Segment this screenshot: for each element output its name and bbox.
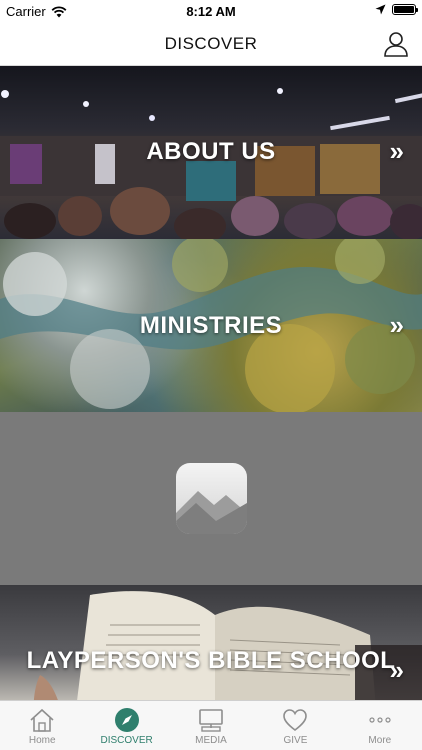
battery-icon: [392, 4, 418, 15]
page-title: DISCOVER: [164, 34, 258, 53]
location-arrow-icon: [375, 4, 386, 15]
tab-media-label: MEDIA: [195, 735, 227, 746]
home-icon: [29, 707, 55, 733]
status-right: [375, 4, 418, 15]
tab-home[interactable]: Home: [0, 701, 84, 750]
ministries-card[interactable]: MINISTRIES »: [0, 239, 422, 412]
about-us-card[interactable]: ABOUT US »: [0, 66, 422, 239]
tab-give[interactable]: GIVE: [253, 701, 337, 750]
profile-button[interactable]: [382, 30, 410, 58]
chevron-right-icon: »: [389, 655, 404, 685]
about-us-label: ABOUT US: [146, 138, 276, 165]
compass-icon: [114, 707, 140, 733]
user-icon: [384, 32, 408, 57]
tab-bar: Home DISCOVER MEDIA GIVE More: [0, 700, 422, 750]
ministries-label: MINISTRIES: [139, 312, 283, 339]
status-bar: Carrier 8:12 AM: [0, 0, 422, 22]
tab-give-label: GIVE: [283, 735, 308, 746]
heart-icon: [282, 707, 308, 733]
nav-bar: DISCOVER: [0, 22, 422, 66]
chevron-right-icon: »: [389, 136, 404, 166]
chevron-right-icon: »: [389, 310, 404, 340]
bible-school-background-image: [33, 591, 422, 700]
tab-home-label: Home: [28, 735, 56, 746]
bible-school-label: LAYPERSON'S BIBLE SCHOOL: [26, 647, 396, 674]
discover-list[interactable]: ABOUT US » MINISTRIES » LAYPERSON'S BIBL…: [0, 66, 422, 700]
placeholder-card[interactable]: [0, 412, 422, 585]
monitor-icon: [198, 707, 224, 733]
image-placeholder-icon: [176, 463, 247, 534]
more-icon: [367, 707, 393, 733]
tab-discover-label: DISCOVER: [100, 735, 153, 746]
tab-media[interactable]: MEDIA: [169, 701, 253, 750]
tab-more-label: More: [368, 735, 392, 746]
status-time: 8:12 AM: [186, 4, 236, 19]
tab-discover[interactable]: DISCOVER: [84, 701, 168, 750]
bible-school-card[interactable]: LAYPERSON'S BIBLE SCHOOL »: [0, 585, 422, 700]
tab-more[interactable]: More: [338, 701, 422, 750]
